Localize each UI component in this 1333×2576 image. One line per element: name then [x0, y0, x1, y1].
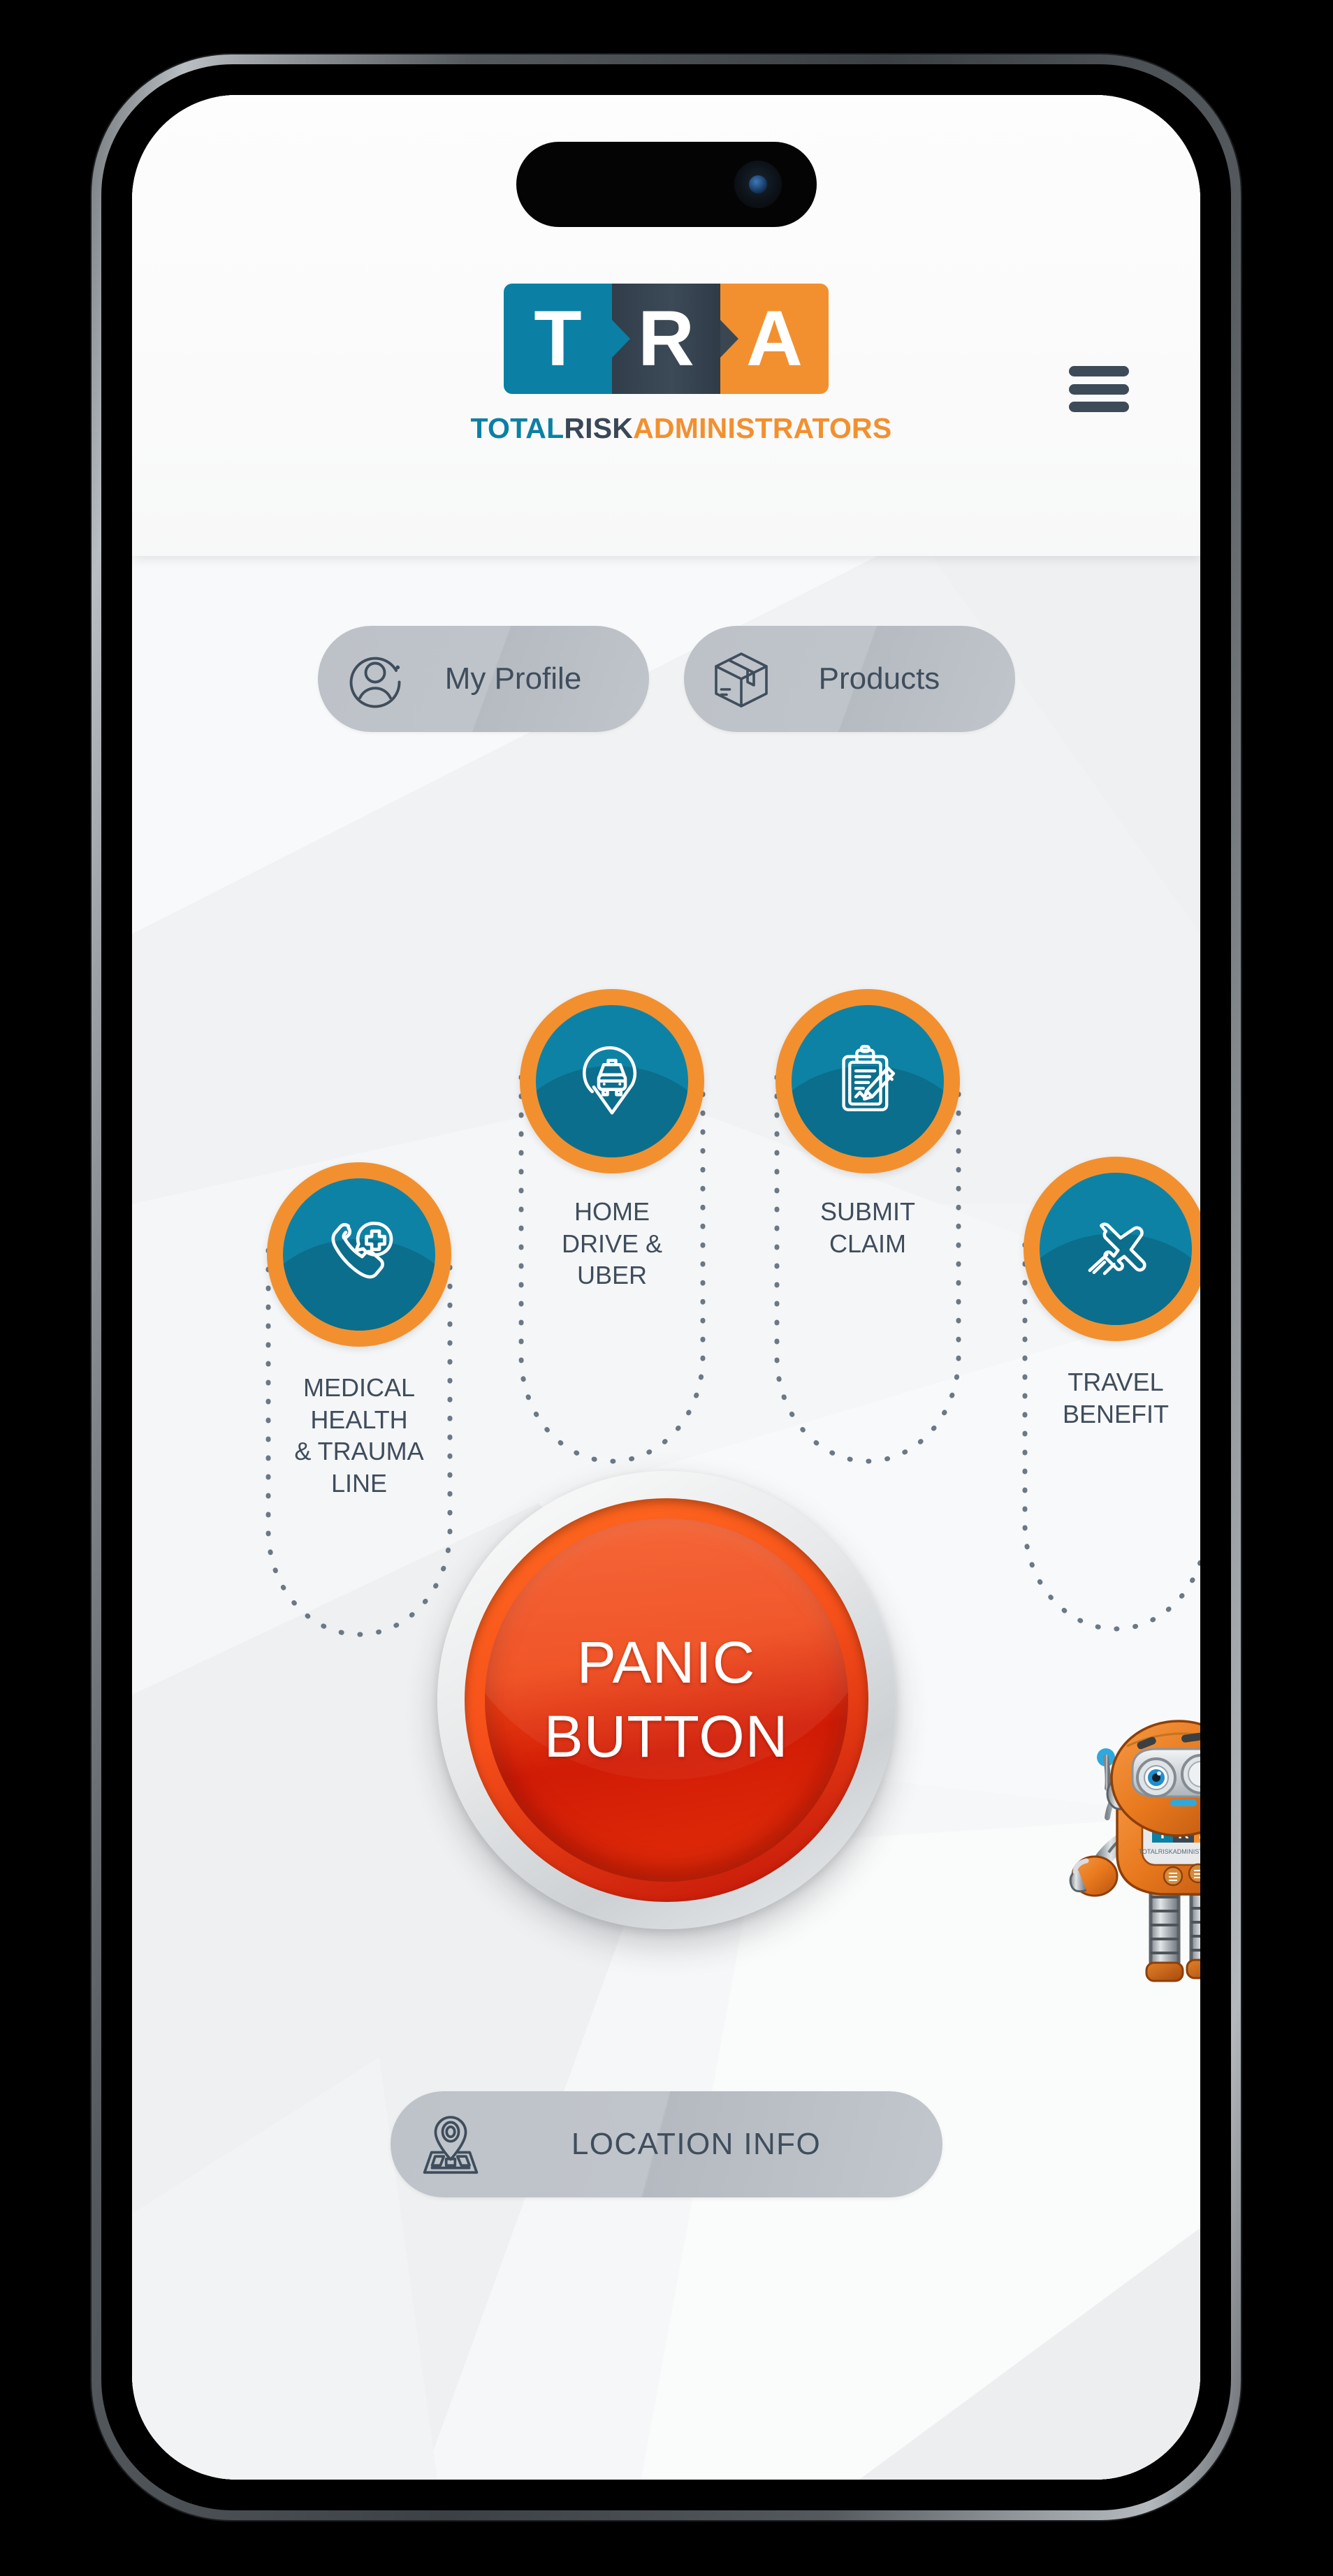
- feature-icon-circle: [775, 989, 960, 1173]
- location-info-label: LOCATION INFO: [571, 2127, 822, 2161]
- phone-frame: T R A TOTALRISKADMINISTRATORS My Profile…: [92, 54, 1241, 2520]
- panic-line-1: PANIC: [576, 1630, 756, 1696]
- logo-tile-t: T: [504, 284, 612, 394]
- tagline-risk: RISK: [564, 412, 634, 444]
- hamburger-bar-2: [1069, 383, 1129, 395]
- panic-button-ring: PANIC BUTTON: [464, 1498, 868, 1902]
- nav-products-label: Products: [818, 661, 940, 696]
- app-container: T R A TOTALRISKADMINISTRATORS My Profile…: [132, 95, 1200, 2480]
- phone-medical-cross-icon: [283, 1178, 435, 1331]
- feature-icon-circle: [520, 989, 704, 1173]
- clipboard-pencil-icon: [792, 1005, 944, 1157]
- feature-icon-circle: [267, 1162, 451, 1347]
- feature-claim-label: SUBMIT CLAIM: [820, 1197, 915, 1258]
- nav-my-profile-button[interactable]: My Profile: [317, 626, 649, 732]
- box-package-icon: [708, 645, 775, 712]
- tagline-admin: ADMINISTRATORS: [633, 412, 892, 444]
- feature-icon-circle: [1024, 1157, 1200, 1341]
- tra-robot-mascot: T R A TOTALRISKADMINISTRATORS: [1033, 1651, 1200, 1986]
- feature-medical-label: MEDICAL HEALTH & TRAUMA LINE: [294, 1373, 424, 1498]
- front-camera-icon: [734, 161, 782, 208]
- panic-button-face: PANIC BUTTON: [484, 1518, 848, 1882]
- feature-travel-label: TRAVEL BENEFIT: [1062, 1368, 1169, 1428]
- hamburger-menu-icon[interactable]: [1069, 366, 1129, 412]
- phone-screen: T R A TOTALRISKADMINISTRATORS My Profile…: [132, 95, 1200, 2480]
- panic-button-label: PANIC BUTTON: [544, 1626, 789, 1774]
- phone-bezel: T R A TOTALRISKADMINISTRATORS My Profile…: [101, 64, 1231, 2510]
- map-pin-location-icon: [418, 2112, 483, 2176]
- panic-line-2: BUTTON: [544, 1704, 789, 1769]
- dynamic-island-notch: [516, 142, 817, 227]
- svg-text:TOTALRISKADMINISTRATORS: TOTALRISKADMINISTRATORS: [1139, 1848, 1200, 1855]
- feature-home-label: HOME DRIVE & UBER: [561, 1197, 663, 1290]
- logo-tiles: T R A: [471, 284, 862, 394]
- tagline-total: TOTAL: [470, 412, 564, 444]
- screenshot-root: T R A TOTALRISKADMINISTRATORS My Profile…: [0, 0, 1333, 2576]
- user-circle-icon: [342, 645, 409, 712]
- nav-products-button[interactable]: Products: [683, 626, 1015, 732]
- quick-nav-row: My Profile Products: [132, 626, 1200, 732]
- panic-button[interactable]: PANIC BUTTON: [437, 1471, 896, 1929]
- tra-logo: T R A TOTALRISKADMINISTRATORS: [470, 284, 892, 445]
- taxi-map-pin-icon: [536, 1005, 688, 1157]
- logo-tagline: TOTALRISKADMINISTRATORS: [470, 412, 892, 445]
- location-info-button[interactable]: LOCATION INFO: [390, 2091, 942, 2197]
- airplane-icon: [1040, 1173, 1192, 1325]
- hamburger-bar-1: [1069, 366, 1129, 376]
- hamburger-bar-3: [1069, 402, 1129, 412]
- nav-my-profile-label: My Profile: [444, 661, 582, 696]
